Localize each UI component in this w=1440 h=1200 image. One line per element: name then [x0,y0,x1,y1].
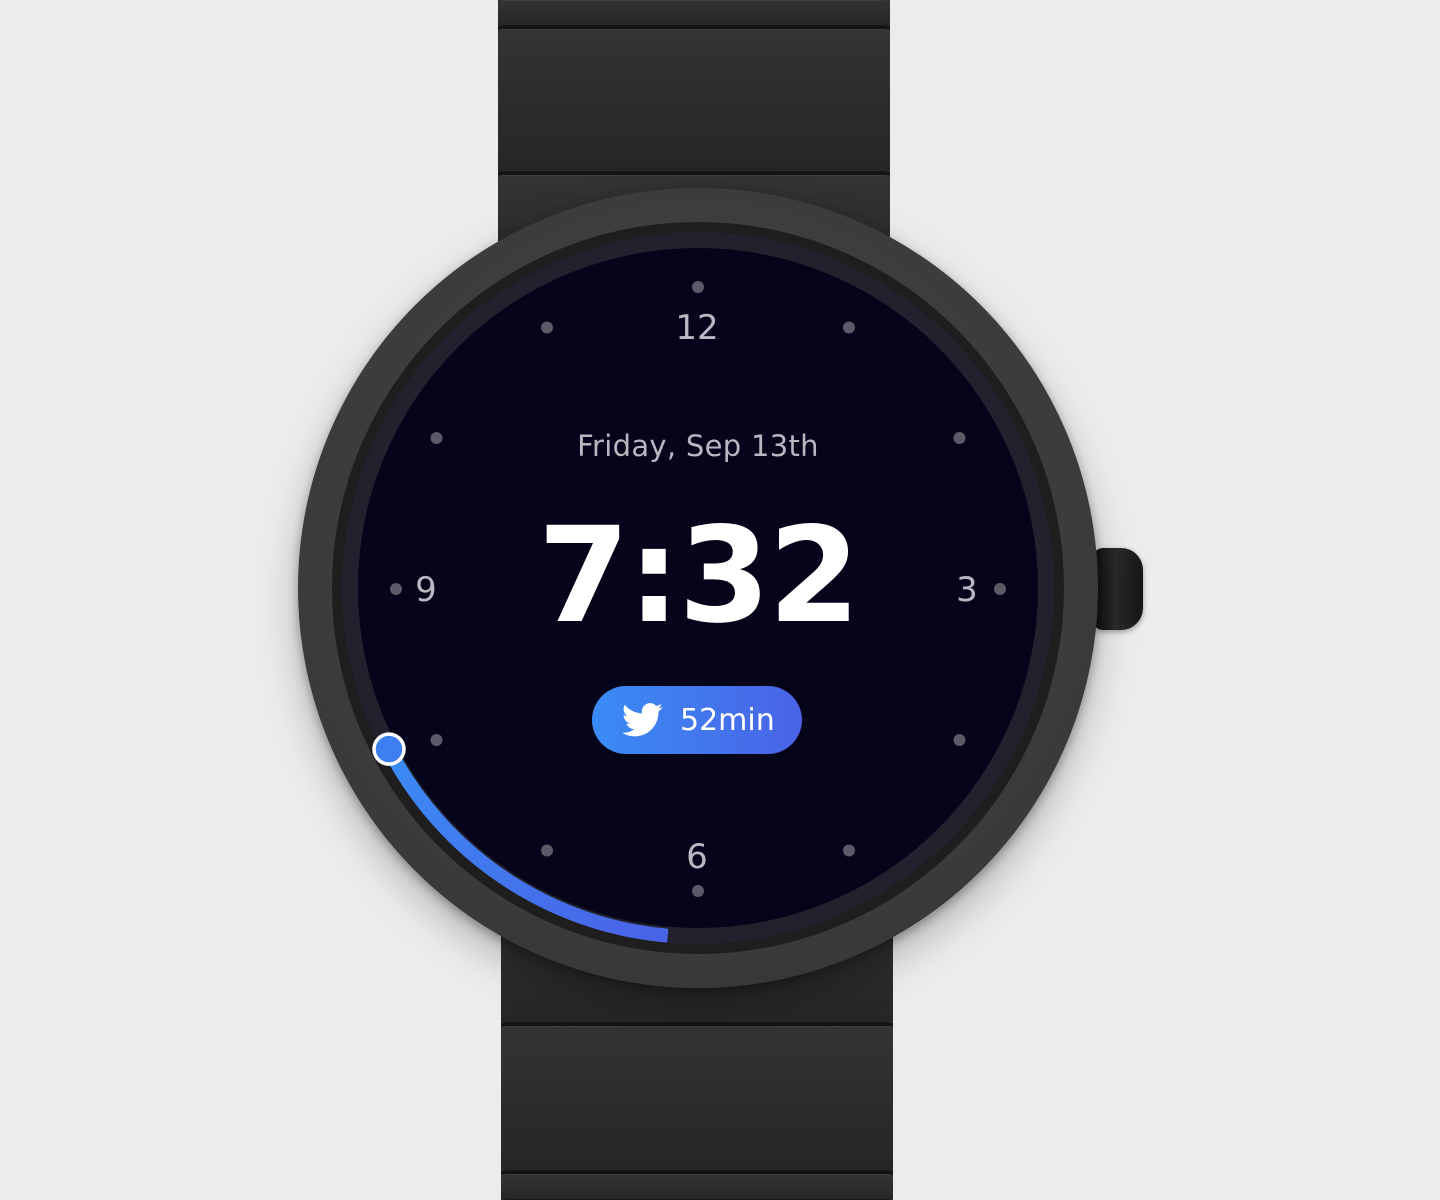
strap-link [498,29,890,172]
numeral-9: 9 [415,570,437,610]
strap-link [498,0,890,26]
numeral-12: 12 [675,308,719,348]
twitter-complication[interactable]: 52min [592,686,802,754]
strap-link [501,1174,893,1200]
numeral-6: 6 [686,837,708,877]
time-display: 7:32 [537,499,860,653]
numeral-3: 3 [956,570,978,610]
date-label: Friday, Sep 13th [577,429,819,463]
strap-link [501,1026,893,1171]
watch-crown[interactable] [1093,548,1143,630]
watch-scene: 12 3 6 9 Friday, Sep 13th 7:32 52min [0,0,1440,1200]
twitter-bird-icon [622,702,666,738]
complication-label: 52min [680,702,775,738]
